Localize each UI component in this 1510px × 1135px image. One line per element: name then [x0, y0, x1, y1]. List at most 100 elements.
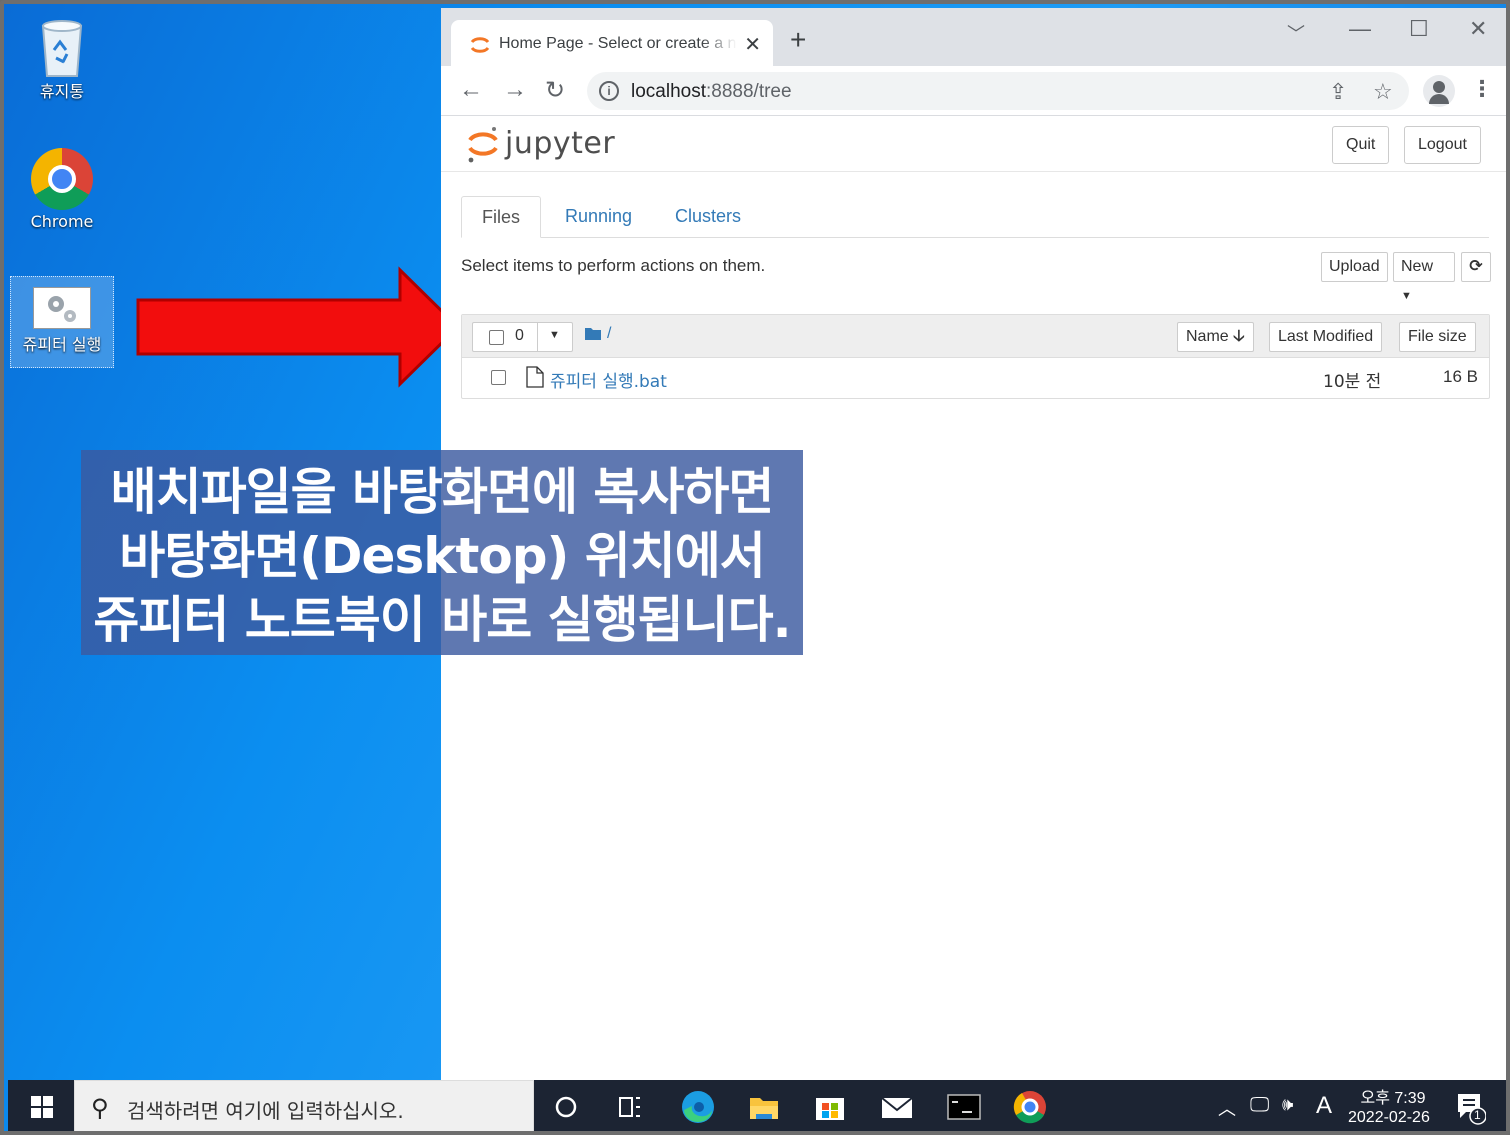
ime-indicator[interactable]: A [1316, 1092, 1332, 1120]
cortana-circle-icon [555, 1096, 577, 1118]
close-tab-icon[interactable]: ✕ [744, 32, 761, 57]
arrow-down-icon: 🡣 [1233, 328, 1245, 345]
start-button[interactable] [8, 1080, 74, 1131]
desktop-icon-label: 휴지통 [39, 82, 85, 101]
select-dropdown-caret-icon[interactable]: ▼ [549, 329, 560, 341]
volume-icon[interactable]: 🕪 [1282, 1094, 1293, 1115]
caption-line-1: 배치파일을 바탕화면에 복사하면 [110, 463, 775, 521]
task-view-button[interactable] [600, 1080, 660, 1131]
profile-avatar-icon[interactable] [1423, 75, 1455, 107]
url-path: :8888/tree [706, 81, 792, 102]
omnibox[interactable]: i localhost:8888/tree ⇪ ☆ [587, 72, 1409, 110]
refresh-list-button[interactable]: ⟳ [1461, 252, 1491, 282]
jupyter-logo[interactable]: jupyter [467, 124, 615, 169]
clock-date[interactable]: 2022-02-26 [1348, 1109, 1430, 1127]
quit-button[interactable]: Quit [1332, 126, 1390, 164]
close-window-icon[interactable]: ✕ [1469, 16, 1487, 42]
network-icon[interactable]: 🖵 [1250, 1094, 1269, 1117]
desktop: 휴지통 Chrome 쥬피터 실행 Home Page - Select or … [4, 4, 1506, 1131]
selection-hint: Select items to perform actions on them. [461, 256, 766, 275]
chrome-taskbar-button[interactable] [1000, 1080, 1060, 1131]
search-icon: ⚲ [91, 1095, 109, 1122]
jupyter-header: jupyter Quit Logout [441, 116, 1506, 172]
desktop-icon-chrome[interactable]: Chrome [10, 148, 114, 231]
chrome-icon [31, 148, 93, 210]
new-dropdown-button[interactable]: New ▼ [1393, 252, 1455, 302]
desktop-icon-label: Chrome [30, 212, 94, 231]
microsoft-store-icon [816, 1098, 844, 1120]
sort-by-size-button[interactable]: File size [1399, 322, 1476, 352]
new-button-label: New [1401, 258, 1434, 275]
bookmark-star-icon[interactable]: ☆ [1373, 79, 1393, 105]
tab-running[interactable]: Running [545, 196, 652, 238]
caption-line-3: 쥬피터 노트북이 바로 실행됩니다. [93, 591, 791, 649]
notification-center-icon[interactable]: 1 [1456, 1092, 1487, 1131]
reload-icon[interactable]: ↻ [545, 76, 565, 105]
share-icon[interactable]: ⇪ [1329, 79, 1347, 105]
url-text: localhost:8888/tree [631, 81, 792, 103]
file-name-link[interactable]: 쥬피터 실행.bat [550, 367, 667, 392]
file-explorer-taskbar-button[interactable] [734, 1080, 794, 1131]
upload-button[interactable]: Upload [1321, 252, 1388, 282]
system-tray: ︿ 🖵 🕪 A 오후 7:39 2022-02-26 1 [1210, 1080, 1506, 1131]
select-all-checkbox[interactable] [489, 330, 504, 345]
file-checkbox[interactable] [491, 370, 506, 385]
forward-icon[interactable]: → [503, 76, 527, 104]
url-host: localhost [631, 81, 706, 102]
chrome-menu-icon[interactable]: ⋮ [1471, 76, 1493, 102]
tab-clusters[interactable]: Clusters [655, 196, 761, 238]
caption-line-2: 바탕화면(Desktop) 위치에서 [119, 527, 766, 585]
edge-taskbar-button[interactable] [668, 1080, 728, 1131]
desktop-icon-recycle-bin[interactable]: 휴지통 [10, 18, 114, 102]
jupyter-tabs: Files Running Clusters [461, 196, 1489, 238]
taskbar-search-box[interactable]: ⚲ 검색하려면 여기에 입력하십시오. [74, 1080, 534, 1131]
file-modified: 10분 전 [1323, 372, 1382, 392]
task-view-icon [619, 1097, 640, 1117]
tab-search-chevron-icon[interactable]: ﹀ [1287, 20, 1305, 46]
name-column-label: Name [1186, 328, 1229, 345]
batch-file-gear-icon [33, 287, 91, 329]
sort-by-modified-button[interactable]: Last Modified [1269, 322, 1383, 352]
sort-by-name-button[interactable]: Name 🡣 [1177, 322, 1254, 352]
jupyter-logo-icon [468, 127, 498, 163]
address-bar-row: ← → ↻ i localhost:8888/tree ⇪ ☆ ⋮ [441, 66, 1506, 116]
jupyter-favicon-icon [469, 34, 491, 61]
windows-logo-icon [31, 1096, 53, 1118]
jupyter-logo-text: jupyter [505, 126, 616, 161]
table-row[interactable]: 쥬피터 실행.bat 10분 전 16 B [462, 358, 1489, 398]
store-taskbar-button[interactable] [800, 1080, 860, 1131]
search-placeholder: 검색하려면 여기에 입력하십시오. [127, 1099, 404, 1123]
minimize-icon[interactable]: — [1349, 16, 1371, 42]
breadcrumb[interactable]: / [607, 325, 611, 343]
recycle-bin-icon [39, 18, 85, 77]
notification-count: 1 [1474, 1108, 1481, 1122]
caption-overlay: 배치파일을 바탕화면에 복사하면 바탕화면(Desktop) 위치에서 쥬피터 … [81, 450, 803, 655]
red-arrow-annotation [136, 266, 461, 388]
desktop-icon-jupyter-batch[interactable]: 쥬피터 실행 [10, 276, 114, 368]
file-list-header: 0 ▼ / Name 🡣 Last Modified File size [462, 315, 1489, 358]
edge-icon [682, 1091, 714, 1123]
file-icon [526, 366, 544, 393]
caret-down-icon: ▼ [1401, 290, 1412, 302]
maximize-icon[interactable]: ☐ [1409, 16, 1429, 42]
new-tab-icon[interactable]: + [790, 26, 806, 54]
cmd-taskbar-button[interactable] [934, 1080, 994, 1131]
screenshot-frame: 휴지통 Chrome 쥬피터 실행 Home Page - Select or … [0, 0, 1510, 1135]
cortana-button[interactable] [536, 1080, 596, 1131]
tab-title: Home Page - Select or create a notebook [499, 35, 737, 52]
logout-button[interactable]: Logout [1404, 126, 1481, 164]
tab-files[interactable]: Files [461, 196, 542, 238]
refresh-icon: ⟳ [1469, 258, 1483, 275]
chrome-icon [1013, 1091, 1046, 1124]
site-info-icon[interactable]: i [599, 81, 619, 101]
show-hidden-icons-chevron-icon[interactable]: ︿ [1218, 1095, 1236, 1121]
taskbar: ⚲ 검색하려면 여기에 입력하십시오. ︿ 🖵 🕪 A 오후 7:39 2022… [8, 1080, 1506, 1131]
divider [537, 323, 538, 351]
clock-time[interactable]: 오후 7:39 [1356, 1084, 1430, 1108]
browser-tab[interactable]: Home Page - Select or create a notebook … [451, 20, 773, 66]
select-all-control[interactable]: 0 ▼ [472, 322, 573, 352]
folder-icon[interactable] [584, 325, 602, 346]
mail-taskbar-button[interactable] [866, 1080, 926, 1131]
back-icon[interactable]: ← [459, 76, 483, 104]
browser-titlebar: Home Page - Select or create a notebook … [441, 8, 1506, 66]
